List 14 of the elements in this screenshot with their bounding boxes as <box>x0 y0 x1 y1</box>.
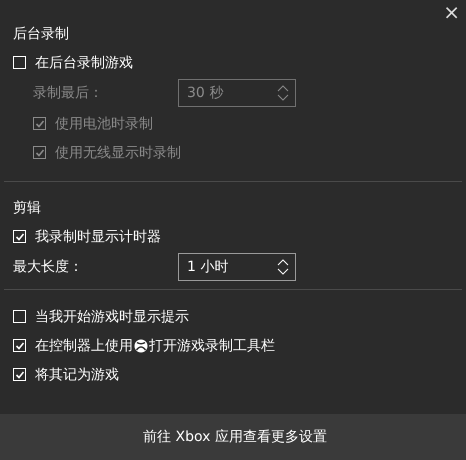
checkbox-option[interactable]: 在控制器上使用 打开游戏录制工具栏 <box>13 331 275 360</box>
field-label: 录制最后： <box>33 84 104 102</box>
field-label: 最大长度： <box>13 258 84 276</box>
checkbox-option[interactable]: 当我开始游戏时显示提示 <box>13 302 189 331</box>
up-down-arrows-icon <box>277 84 289 102</box>
checkbox-option[interactable]: 我录制时显示计时器 <box>13 222 161 251</box>
checkbox-option[interactable]: 将其记为游戏 <box>13 360 119 389</box>
xbox-app-link[interactable]: 前往 Xbox 应用查看更多设置 <box>143 428 327 446</box>
close-icon[interactable]: × <box>443 2 460 22</box>
up-down-arrows-icon <box>277 258 289 276</box>
spinner-field[interactable]: 1 小时 <box>178 253 296 281</box>
checkbox-option[interactable]: 在后台录制游戏 <box>13 48 133 77</box>
section-heading: 后台录制 <box>13 25 70 44</box>
section-heading: 剪辑 <box>13 199 42 218</box>
